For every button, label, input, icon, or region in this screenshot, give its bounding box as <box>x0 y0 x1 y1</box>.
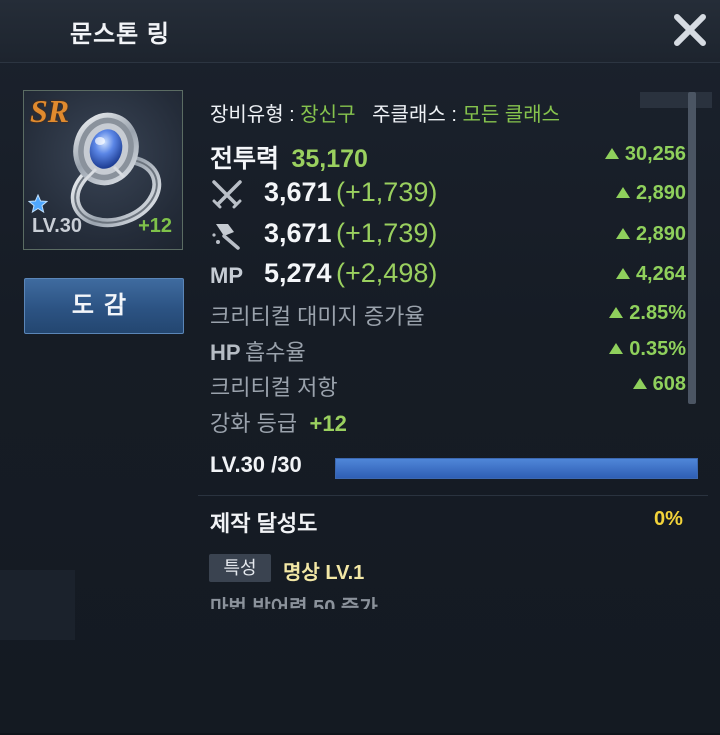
main-class-key: 주클래스 : <box>372 104 457 126</box>
level-label: LV.30 /30 <box>210 452 302 477</box>
phys-attack-row: 3,671 (+1,739) 2,890 <box>210 177 688 211</box>
combat-power-row: 전투력 35,170 30,256 <box>210 139 688 173</box>
mp-label: MP <box>210 263 243 288</box>
crit-damage-delta: 2.85% <box>609 302 686 325</box>
crit-damage-row: 크리티컬 대미지 증가율 2.85% <box>210 299 688 333</box>
divider <box>198 495 708 496</box>
up-arrow-icon <box>609 343 624 354</box>
enhance-grade-row: 강화 등급 +12 <box>210 406 688 440</box>
close-x-icon <box>674 14 706 46</box>
main-class-value: 모든 클래스 <box>462 104 560 126</box>
mp-bonus: (+2,498) <box>336 258 438 288</box>
phys-attack-bonus: (+1,739) <box>336 177 438 207</box>
up-arrow-icon <box>632 378 647 389</box>
mp-delta: 4,264 <box>615 263 686 286</box>
crafting-label: 제작 달성도 <box>210 511 318 536</box>
stats-scrollbar[interactable] <box>688 92 696 404</box>
combat-power-value: 35,170 <box>291 145 368 173</box>
crit-resist-delta: 608 <box>632 373 686 396</box>
enhance-grade-label: 강화 등급 <box>210 411 298 436</box>
magic-attack-delta: 2,890 <box>615 223 686 246</box>
phys-attack-value: 3,671 <box>264 177 332 207</box>
blue-star-icon <box>28 194 48 214</box>
magic-attack-value: 3,671 <box>264 218 332 248</box>
up-arrow-icon <box>604 148 619 159</box>
up-arrow-icon <box>609 307 624 318</box>
ring-icon <box>70 112 162 228</box>
up-arrow-icon <box>615 268 630 279</box>
equip-type-value: 장신구 <box>300 104 356 126</box>
crossed-swords-icon <box>212 180 242 209</box>
hp-absorb-label: 흡수율 <box>245 340 306 365</box>
hp-absorb-delta: 0.35% <box>609 338 686 361</box>
magic-attack-icon <box>212 224 240 250</box>
level-progress-fill <box>336 459 697 478</box>
mp-row: MP 5,274 (+2,498) 4,264 <box>210 258 688 292</box>
trait-tag: 특성 <box>209 554 271 582</box>
item-level: LV.30 <box>32 215 83 237</box>
equip-type-row: 장비유형 : 장신구 주클래스 : 모든 클래스 <box>210 98 688 132</box>
mp-value: 5,274 <box>264 258 332 288</box>
crit-resist-label: 크리티컬 저항 <box>210 375 338 400</box>
level-progress-bar <box>335 458 698 479</box>
trait-description: 마법 방어력 50 증가 <box>210 597 378 609</box>
magic-attack-bonus: (+1,739) <box>336 218 438 248</box>
codex-button[interactable]: 도감 <box>24 278 184 334</box>
enhance-grade-value: +12 <box>309 411 347 436</box>
trait-name: 명상 LV.1 <box>283 562 365 584</box>
hp-absorb-row: HP 흡수율 0.35% <box>210 335 688 369</box>
close-button[interactable] <box>668 8 712 52</box>
phys-attack-delta: 2,890 <box>615 182 686 205</box>
crit-damage-label: 크리티컬 대미지 증가율 <box>210 304 425 329</box>
title-bar: 문스톤 링 <box>0 0 720 63</box>
item-enhance-level: +12 <box>138 215 172 237</box>
crafting-value: 0% <box>654 508 683 530</box>
background-panel <box>0 570 75 640</box>
crit-resist-row: 크리티컬 저항 608 <box>210 370 688 404</box>
up-arrow-icon <box>615 187 630 198</box>
magic-attack-row: 3,671 (+1,739) 2,890 <box>210 218 688 252</box>
equip-type-key: 장비유형 : <box>210 104 295 126</box>
item-icon-frame: SR LV.30 +12 <box>23 90 183 250</box>
hp-absorb-hp-label: HP <box>210 340 241 365</box>
item-title: 문스톤 링 <box>70 21 170 48</box>
combat-power-delta: 30,256 <box>604 143 686 166</box>
combat-power-label: 전투력 <box>210 145 280 173</box>
up-arrow-icon <box>615 228 630 239</box>
